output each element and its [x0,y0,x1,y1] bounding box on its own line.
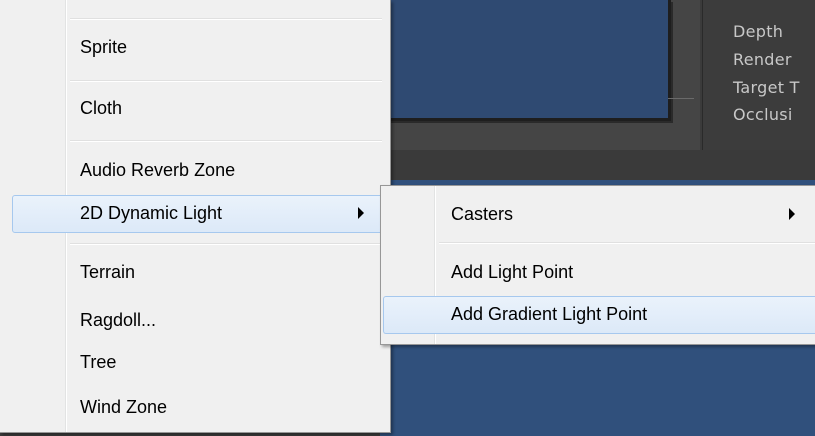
scene-viewport[interactable] [385,0,671,121]
submenu-separator [439,242,815,244]
menu-separator [70,140,382,142]
inspector-row-occlusion: Occlusi [733,105,793,124]
inspector-row-depth: Depth [733,22,784,41]
game-view-toolbar [380,150,815,180]
menu-separator [70,243,382,245]
menu-separator [70,80,382,82]
menu-item-ragdoll[interactable]: Ragdoll... [80,310,156,331]
viewport-divider [668,98,694,99]
inspector-row-target: Target T [733,78,800,97]
submenu-arrow-icon [358,207,364,219]
submenu-item-add-gradient-light-point[interactable]: Add Gradient Light Point [451,304,647,325]
menu-item-sprite[interactable]: Sprite [80,37,127,58]
menu-item-wind-zone[interactable]: Wind Zone [80,397,167,418]
menu-item-tree[interactable]: Tree [80,352,116,373]
submenu-2d-dynamic-light: Casters Add Light Point Add Gradient Lig… [380,185,815,345]
submenu-arrow-icon [789,208,795,220]
menu-item-terrain[interactable]: Terrain [80,262,135,283]
submenu-item-add-light-point[interactable]: Add Light Point [451,262,573,283]
menu-separator [70,18,382,20]
inspector-panel: Depth Render Target T Occlusi [702,0,815,150]
menu-item-audio-reverb-zone[interactable]: Audio Reverb Zone [80,160,235,181]
menu-item-2d-dynamic-light[interactable]: 2D Dynamic Light [80,203,222,224]
context-menu: Sprite Cloth Audio Reverb Zone 2D Dynami… [0,0,391,433]
submenu-item-casters[interactable]: Casters [451,204,513,225]
inspector-row-render: Render [733,50,792,69]
menu-item-cloth[interactable]: Cloth [80,98,122,119]
